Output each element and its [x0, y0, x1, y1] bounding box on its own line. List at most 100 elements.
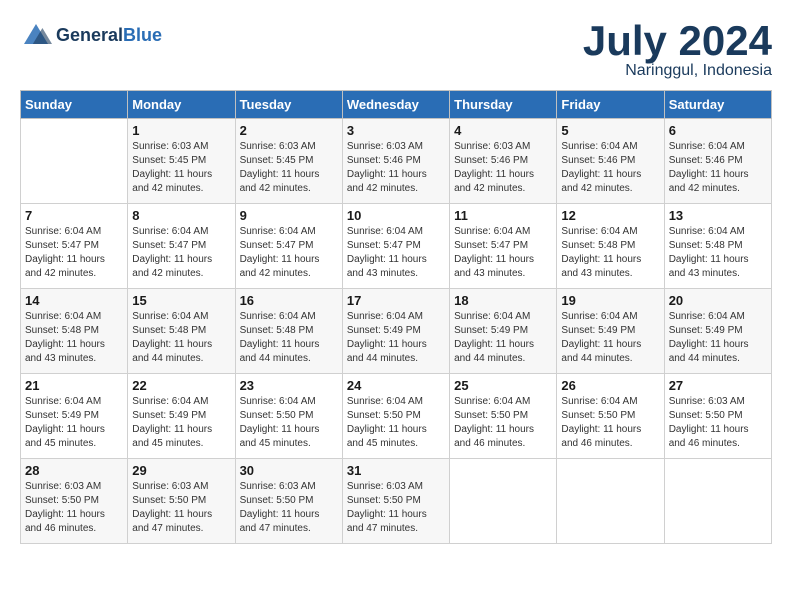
calendar-cell: 20Sunrise: 6:04 AM Sunset: 5:49 PM Dayli… — [664, 289, 771, 374]
calendar-cell: 11 Sunrise: 6:04 AM Sunset: 5:47 PM Dayli… — [450, 204, 557, 289]
day-info: Sunrise: 6:03 AM Sunset: 5:50 PM Dayligh… — [347, 480, 445, 536]
day-number: 19 — [561, 293, 659, 308]
calendar-cell: 17Sunrise: 6:04 AM Sunset: 5:49 PM Dayli… — [342, 289, 449, 374]
calendar-cell: 22 Sunrise: 6:04 AM Sunset: 5:49 PM Dayli… — [128, 374, 235, 459]
calendar-cell: 5 Sunrise: 6:04 AM Sunset: 5:46 PM Daylig… — [557, 119, 664, 204]
weekday-header-saturday: Saturday — [664, 91, 771, 119]
logo-icon — [20, 20, 52, 52]
title-area: July 2024 Naringgul, Indonesia — [583, 20, 772, 80]
day-info: Sunrise: 6:04 AM Sunset: 5:50 PM Dayligh… — [561, 395, 659, 451]
day-number: 24 — [347, 378, 445, 393]
calendar-cell — [664, 459, 771, 544]
day-info: Sunrise: 6:04 AM Sunset: 5:47 PM Dayligh… — [347, 225, 445, 281]
day-info: Sunrise: 6:04 AM Sunset: 5:50 PM Dayligh… — [454, 395, 552, 451]
calendar-cell: 7 Sunrise: 6:04 AM Sunset: 5:47 PM Daylig… — [21, 204, 128, 289]
calendar-cell: 8 Sunrise: 6:04 AM Sunset: 5:47 PM Daylig… — [128, 204, 235, 289]
calendar-cell: 18Sunrise: 6:04 AM Sunset: 5:49 PM Dayli… — [450, 289, 557, 374]
calendar-cell: 24 Sunrise: 6:04 AM Sunset: 5:50 PM Dayli… — [342, 374, 449, 459]
day-number: 13 — [669, 208, 767, 223]
day-info: Sunrise: 6:04 AM Sunset: 5:50 PM Dayligh… — [347, 395, 445, 451]
calendar-cell: 9Sunrise: 6:04 AM Sunset: 5:47 PM Daylig… — [235, 204, 342, 289]
calendar-cell: 13 Sunrise: 6:04 AM Sunset: 5:48 PM Dayli… — [664, 204, 771, 289]
calendar-cell: 16Sunrise: 6:04 AM Sunset: 5:48 PM Dayli… — [235, 289, 342, 374]
calendar-cell: 31 Sunrise: 6:03 AM Sunset: 5:50 PM Dayli… — [342, 459, 449, 544]
calendar-cell: 26Sunrise: 6:04 AM Sunset: 5:50 PM Dayli… — [557, 374, 664, 459]
day-info: Sunrise: 6:04 AM Sunset: 5:48 PM Dayligh… — [132, 310, 230, 366]
day-number: 2 — [240, 123, 338, 138]
day-number: 28 — [25, 463, 123, 478]
calendar-cell: 21 Sunrise: 6:04 AM Sunset: 5:49 PM Dayli… — [21, 374, 128, 459]
day-number: 16 — [240, 293, 338, 308]
location-title: Naringgul, Indonesia — [583, 62, 772, 80]
day-info: Sunrise: 6:03 AM Sunset: 5:45 PM Dayligh… — [132, 140, 230, 196]
day-number: 23 — [240, 378, 338, 393]
page-header: GeneralBlue July 2024 Naringgul, Indones… — [20, 20, 772, 80]
calendar-cell: 27 Sunrise: 6:03 AM Sunset: 5:50 PM Dayli… — [664, 374, 771, 459]
day-info: Sunrise: 6:03 AM Sunset: 5:50 PM Dayligh… — [25, 480, 123, 536]
day-number: 7 — [25, 208, 123, 223]
calendar-cell: 15 Sunrise: 6:04 AM Sunset: 5:48 PM Dayli… — [128, 289, 235, 374]
day-number: 12 — [561, 208, 659, 223]
calendar-cell: 4Sunrise: 6:03 AM Sunset: 5:46 PM Daylig… — [450, 119, 557, 204]
day-info: Sunrise: 6:04 AM Sunset: 5:49 PM Dayligh… — [25, 395, 123, 451]
logo-text: GeneralBlue — [56, 26, 162, 46]
day-number: 8 — [132, 208, 230, 223]
calendar-week-row: 21 Sunrise: 6:04 AM Sunset: 5:49 PM Dayli… — [21, 374, 772, 459]
month-title: July 2024 — [583, 20, 772, 62]
day-info: Sunrise: 6:04 AM Sunset: 5:47 PM Dayligh… — [25, 225, 123, 281]
calendar-cell: 19 Sunrise: 6:04 AM Sunset: 5:49 PM Dayli… — [557, 289, 664, 374]
weekday-header-sunday: Sunday — [21, 91, 128, 119]
calendar-week-row: 28 Sunrise: 6:03 AM Sunset: 5:50 PM Dayli… — [21, 459, 772, 544]
weekday-header-thursday: Thursday — [450, 91, 557, 119]
day-info: Sunrise: 6:04 AM Sunset: 5:49 PM Dayligh… — [561, 310, 659, 366]
calendar-cell: 14Sunrise: 6:04 AM Sunset: 5:48 PM Dayli… — [21, 289, 128, 374]
calendar-cell: 28 Sunrise: 6:03 AM Sunset: 5:50 PM Dayli… — [21, 459, 128, 544]
day-number: 1 — [132, 123, 230, 138]
day-info: Sunrise: 6:04 AM Sunset: 5:49 PM Dayligh… — [454, 310, 552, 366]
calendar-cell: 3 Sunrise: 6:03 AM Sunset: 5:46 PM Daylig… — [342, 119, 449, 204]
calendar-cell: 10 Sunrise: 6:04 AM Sunset: 5:47 PM Dayli… — [342, 204, 449, 289]
day-number: 14 — [25, 293, 123, 308]
day-number: 10 — [347, 208, 445, 223]
calendar-table: SundayMondayTuesdayWednesdayThursdayFrid… — [20, 90, 772, 544]
day-number: 27 — [669, 378, 767, 393]
day-info: Sunrise: 6:03 AM Sunset: 5:46 PM Dayligh… — [347, 140, 445, 196]
calendar-cell — [557, 459, 664, 544]
day-number: 15 — [132, 293, 230, 308]
calendar-cell: 2 Sunrise: 6:03 AM Sunset: 5:45 PM Daylig… — [235, 119, 342, 204]
weekday-header-friday: Friday — [557, 91, 664, 119]
weekday-header-monday: Monday — [128, 91, 235, 119]
day-info: Sunrise: 6:04 AM Sunset: 5:49 PM Dayligh… — [669, 310, 767, 366]
day-info: Sunrise: 6:03 AM Sunset: 5:46 PM Dayligh… — [454, 140, 552, 196]
calendar-cell: 30Sunrise: 6:03 AM Sunset: 5:50 PM Dayli… — [235, 459, 342, 544]
weekday-header-tuesday: Tuesday — [235, 91, 342, 119]
day-number: 22 — [132, 378, 230, 393]
day-number: 29 — [132, 463, 230, 478]
day-number: 11 — [454, 208, 552, 223]
day-number: 31 — [347, 463, 445, 478]
calendar-cell: 29Sunrise: 6:03 AM Sunset: 5:50 PM Dayli… — [128, 459, 235, 544]
day-info: Sunrise: 6:04 AM Sunset: 5:47 PM Dayligh… — [132, 225, 230, 281]
day-info: Sunrise: 6:03 AM Sunset: 5:45 PM Dayligh… — [240, 140, 338, 196]
day-info: Sunrise: 6:04 AM Sunset: 5:46 PM Dayligh… — [561, 140, 659, 196]
day-number: 3 — [347, 123, 445, 138]
day-number: 17 — [347, 293, 445, 308]
calendar-week-row: 7 Sunrise: 6:04 AM Sunset: 5:47 PM Daylig… — [21, 204, 772, 289]
calendar-week-row: 14 Sunrise: 6:04 AM Sunset: 5:48 PM Dayli… — [21, 289, 772, 374]
day-info: Sunrise: 6:04 AM Sunset: 5:46 PM Dayligh… — [669, 140, 767, 196]
weekday-header-row: SundayMondayTuesdayWednesdayThursdayFrid… — [21, 91, 772, 119]
calendar-cell: 1 Sunrise: 6:03 AM Sunset: 5:45 PM Daylig… — [128, 119, 235, 204]
day-number: 21 — [25, 378, 123, 393]
weekday-header-wednesday: Wednesday — [342, 91, 449, 119]
day-number: 9 — [240, 208, 338, 223]
day-info: Sunrise: 6:04 AM Sunset: 5:47 PM Dayligh… — [454, 225, 552, 281]
logo: GeneralBlue — [20, 20, 162, 52]
calendar-cell — [450, 459, 557, 544]
day-info: Sunrise: 6:03 AM Sunset: 5:50 PM Dayligh… — [240, 480, 338, 536]
calendar-cell: 6Sunrise: 6:04 AM Sunset: 5:46 PM Daylig… — [664, 119, 771, 204]
day-info: Sunrise: 6:04 AM Sunset: 5:49 PM Dayligh… — [132, 395, 230, 451]
day-info: Sunrise: 6:04 AM Sunset: 5:48 PM Dayligh… — [669, 225, 767, 281]
day-info: Sunrise: 6:04 AM Sunset: 5:48 PM Dayligh… — [561, 225, 659, 281]
day-info: Sunrise: 6:03 AM Sunset: 5:50 PM Dayligh… — [669, 395, 767, 451]
day-number: 5 — [561, 123, 659, 138]
